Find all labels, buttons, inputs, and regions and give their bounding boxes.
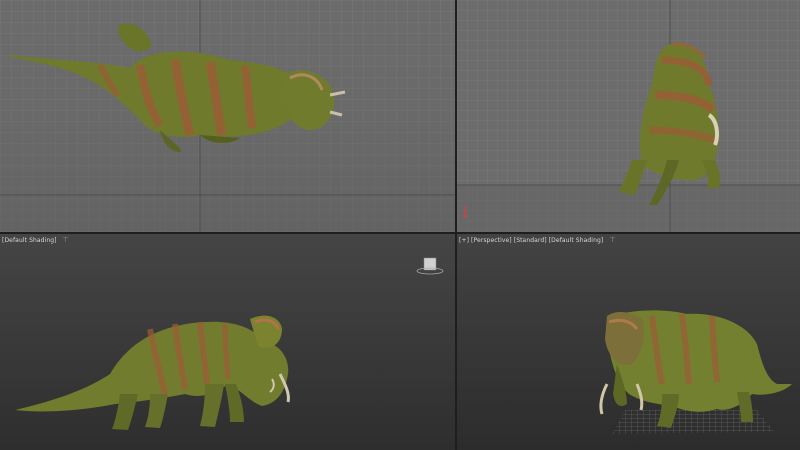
viewport-label-left[interactable]: [Default Shading] ⊤	[2, 236, 69, 244]
shading-label[interactable]: [Default Shading]	[2, 237, 57, 244]
perspective-view-scene	[457, 234, 800, 450]
left-view-scene	[0, 234, 455, 450]
viewport-perspective[interactable]: [+] [Perspective] [Standard] [Default Sh…	[457, 234, 800, 450]
perspective-label[interactable]: [+] [Perspective] [Standard] [Default Sh…	[459, 237, 603, 244]
top-view-grid	[0, 0, 455, 232]
viewport-front[interactable]	[457, 0, 800, 232]
filter-icon[interactable]: ⊤	[609, 236, 615, 244]
viewport-divider-vertical[interactable]	[455, 0, 457, 450]
front-view-grid	[457, 0, 800, 232]
viewcube-icon[interactable]	[416, 256, 444, 276]
viewport-divider-horizontal[interactable]	[0, 232, 800, 234]
viewport-label-perspective[interactable]: [+] [Perspective] [Standard] [Default Sh…	[459, 236, 616, 244]
filter-icon[interactable]: ⊤	[63, 236, 69, 244]
viewport-left[interactable]: [Default Shading] ⊤	[0, 234, 455, 450]
viewport-top[interactable]	[0, 0, 455, 232]
